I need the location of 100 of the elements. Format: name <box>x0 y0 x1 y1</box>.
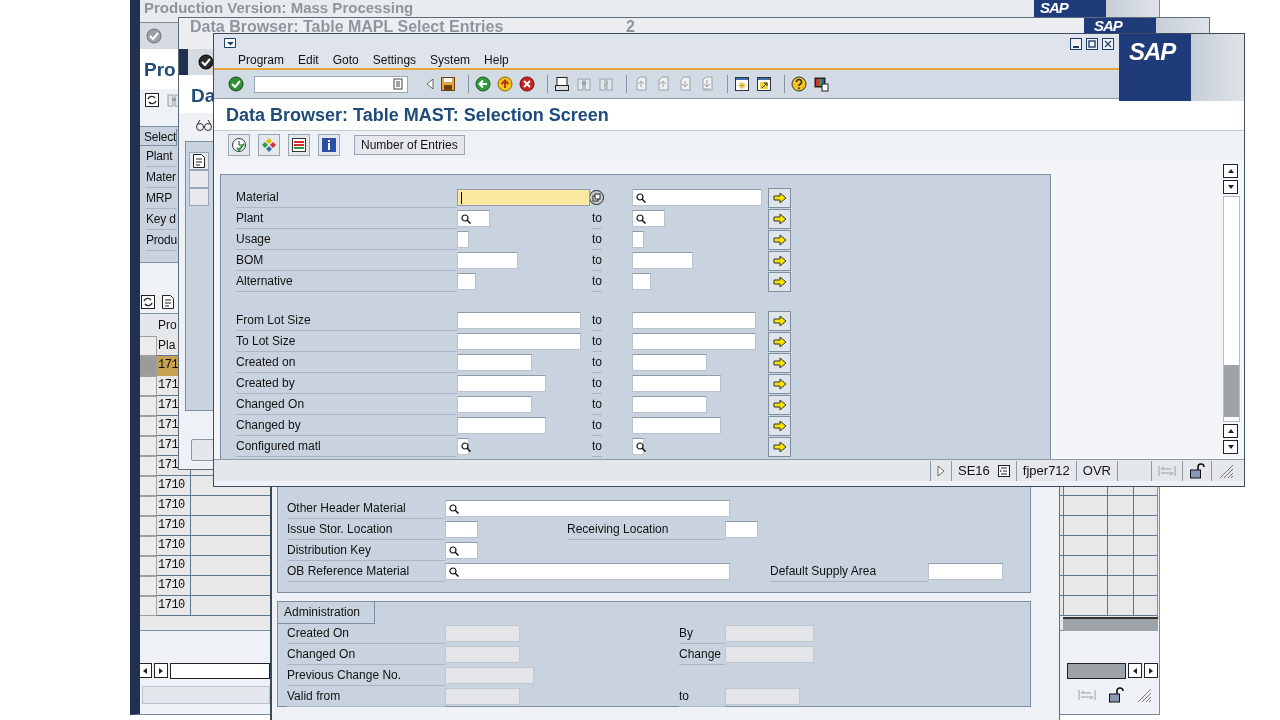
multiple-selection-button[interactable] <box>768 310 791 331</box>
shortcut-icon[interactable] <box>756 76 772 92</box>
document-icon[interactable] <box>160 294 176 310</box>
scrollbar-track[interactable] <box>1067 663 1126 679</box>
number-of-entries-button[interactable]: Number of Entries <box>354 135 465 155</box>
input-field[interactable] <box>632 354 707 371</box>
scroll-left-button[interactable] <box>140 663 152 678</box>
input-field[interactable] <box>632 375 721 392</box>
command-field[interactable] <box>254 75 408 93</box>
input-field[interactable] <box>632 273 651 290</box>
multiple-selection-button[interactable] <box>768 373 791 394</box>
field-label: OB Reference Material <box>287 561 445 582</box>
lock-icon[interactable] <box>1108 687 1124 703</box>
column-header[interactable]: Pla <box>157 336 179 356</box>
window-menu-icon[interactable] <box>223 37 237 49</box>
transaction-code: SE16 <box>958 463 990 478</box>
back-icon[interactable] <box>475 76 491 92</box>
list-icon[interactable] <box>997 464 1010 477</box>
input-field[interactable] <box>457 375 546 392</box>
lock-icon[interactable] <box>1189 462 1205 479</box>
triangle-icon[interactable] <box>426 78 434 90</box>
input-field[interactable] <box>457 417 546 434</box>
multiple-selection-button[interactable] <box>768 229 791 250</box>
multiple-selection-button[interactable] <box>768 394 791 415</box>
maximize-icon[interactable] <box>1086 38 1098 50</box>
clock-icon[interactable] <box>228 134 250 156</box>
input-field[interactable] <box>632 438 644 455</box>
menu-item[interactable]: Edit <box>298 52 319 67</box>
field-label: Created On <box>287 623 445 644</box>
input-field[interactable] <box>632 396 707 413</box>
check-icon[interactable] <box>228 76 244 92</box>
input-field[interactable] <box>632 252 693 269</box>
cancel-icon[interactable] <box>519 76 535 92</box>
resize-grip-icon[interactable] <box>1136 687 1152 703</box>
input-field[interactable] <box>632 333 756 350</box>
input-field[interactable] <box>632 189 762 206</box>
input-field[interactable] <box>457 189 590 206</box>
menu-item[interactable]: Help <box>484 52 509 67</box>
input-field[interactable] <box>457 312 581 329</box>
multiple-selection-button[interactable] <box>768 187 791 208</box>
menu-item[interactable]: Program <box>238 52 284 67</box>
input-field[interactable] <box>445 500 730 517</box>
input-field[interactable] <box>632 210 665 227</box>
scroll-right-button[interactable] <box>1144 663 1158 678</box>
check-icon[interactable] <box>146 28 162 44</box>
multiple-selection-button[interactable] <box>768 352 791 373</box>
multiple-selection-button[interactable] <box>768 331 791 352</box>
menu-item[interactable]: Settings <box>372 52 417 67</box>
input-field[interactable] <box>457 354 532 371</box>
menu-item[interactable]: System <box>430 52 471 67</box>
input-field[interactable] <box>457 438 469 455</box>
input-field[interactable] <box>457 210 490 227</box>
resize-grip-icon[interactable] <box>1218 462 1234 479</box>
close-icon[interactable] <box>1102 38 1114 50</box>
dialog-button[interactable] <box>191 439 214 461</box>
scroll-right-button[interactable] <box>154 663 168 678</box>
input-field[interactable] <box>457 252 518 269</box>
input-field[interactable] <box>632 417 721 434</box>
scrollbar-track[interactable] <box>170 663 270 679</box>
minimize-icon[interactable] <box>1070 38 1082 50</box>
triangle-icon[interactable] <box>937 464 946 477</box>
next-page-icon[interactable] <box>677 76 693 92</box>
scroll-left-button[interactable] <box>1128 663 1142 678</box>
first-page-icon[interactable] <box>633 76 649 92</box>
table-cell-text: 171 <box>157 437 179 454</box>
menu-item[interactable]: Goto <box>332 52 359 67</box>
refresh-icon[interactable] <box>140 294 156 310</box>
arrow-right-icon <box>772 314 787 327</box>
check-icon[interactable] <box>198 54 214 70</box>
input-field[interactable] <box>445 563 730 580</box>
input-field[interactable] <box>445 542 478 559</box>
refresh-icon[interactable] <box>144 92 160 108</box>
print-icon[interactable] <box>554 76 570 92</box>
input-field[interactable] <box>457 396 532 413</box>
multiple-selection-button[interactable] <box>768 250 791 271</box>
table-cell-text: 1710 <box>157 517 186 534</box>
input-field[interactable] <box>457 273 476 290</box>
input-field[interactable] <box>457 333 581 350</box>
info-icon[interactable] <box>318 134 340 156</box>
vertical-scrollbar[interactable] <box>1223 164 1240 454</box>
multiple-selection-button[interactable] <box>768 436 791 457</box>
multi-select-icon[interactable] <box>589 190 604 205</box>
last-page-icon[interactable] <box>699 76 715 92</box>
list-icon[interactable] <box>288 134 310 156</box>
multiple-selection-button[interactable] <box>768 271 791 292</box>
input-field[interactable] <box>632 231 644 248</box>
input-field[interactable] <box>928 563 1003 580</box>
new-window-icon[interactable] <box>734 76 750 92</box>
up-arrow-icon[interactable] <box>497 76 513 92</box>
input-field[interactable] <box>445 521 478 538</box>
help-icon[interactable] <box>791 76 807 92</box>
previous-page-icon[interactable] <box>655 76 671 92</box>
save-icon[interactable] <box>440 76 456 92</box>
multiple-selection-button[interactable] <box>768 208 791 229</box>
input-field[interactable] <box>725 521 758 538</box>
input-field[interactable] <box>457 231 469 248</box>
input-field[interactable] <box>632 312 756 329</box>
glasses-icon[interactable] <box>195 118 213 132</box>
monitor-icon[interactable] <box>813 76 829 92</box>
multiple-selection-button[interactable] <box>768 415 791 436</box>
